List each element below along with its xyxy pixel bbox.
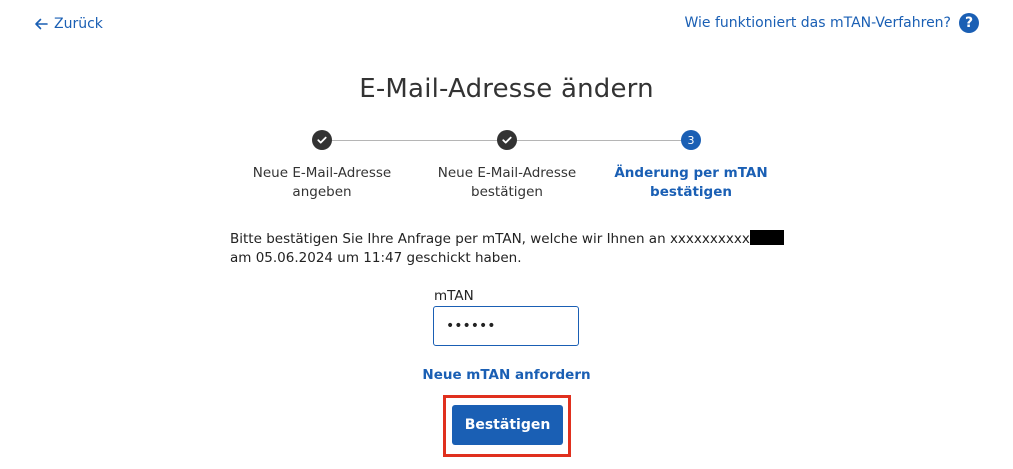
step-2-label: Neue E-Mail-Adresse bestätigen	[422, 164, 592, 202]
step-1-label-line2: angeben	[292, 184, 352, 200]
back-label: Zurück	[54, 16, 103, 32]
stepper-line	[507, 140, 691, 141]
question-icon: ?	[959, 13, 979, 33]
step-3-label-line2: bestätigen	[650, 184, 732, 200]
step-1-label-line1: Neue E-Mail-Adresse	[252, 165, 392, 181]
step-2-label-line1: Neue E-Mail-Adresse	[437, 165, 577, 181]
mtan-label: mTAN	[434, 288, 474, 304]
help-label: Wie funktioniert das mTAN-Verfahren?	[684, 15, 952, 31]
new-mtan-link[interactable]: Neue mTAN anfordern	[0, 367, 1013, 383]
step-3-number: 3	[681, 130, 701, 150]
stepper-line	[322, 140, 507, 141]
step-2-label-line2: bestätigen	[471, 184, 543, 200]
intro-text-before: Bitte bestätigen Sie Ihre Anfrage per mT…	[230, 231, 670, 247]
confirm-button[interactable]: Bestätigen	[452, 405, 563, 445]
step-2-check-icon	[497, 130, 517, 150]
back-link[interactable]: Zurück	[34, 14, 103, 34]
step-3-label: Änderung per mTAN bestätigen	[606, 164, 776, 202]
intro-text: Bitte bestätigen Sie Ihre Anfrage per mT…	[230, 230, 790, 268]
stepper: 3 Neue E-Mail-Adresse angeben Neue E-Mai…	[0, 128, 1013, 208]
step-1-check-icon	[312, 130, 332, 150]
intro-text-after: am 05.06.2024 um 11:47 geschickt haben.	[230, 250, 522, 266]
arrow-left-icon	[35, 18, 48, 30]
page-title: E-Mail-Adresse ändern	[359, 74, 654, 104]
mtan-input[interactable]	[433, 306, 579, 346]
redaction-block	[749, 230, 784, 245]
step-1-label: Neue E-Mail-Adresse angeben	[237, 164, 407, 202]
help-link[interactable]: Wie funktioniert das mTAN-Verfahren? ?	[684, 12, 979, 34]
masked-number: xxxxxxxxxx	[669, 231, 750, 247]
step-3-label-line1: Änderung per mTAN	[614, 165, 768, 181]
